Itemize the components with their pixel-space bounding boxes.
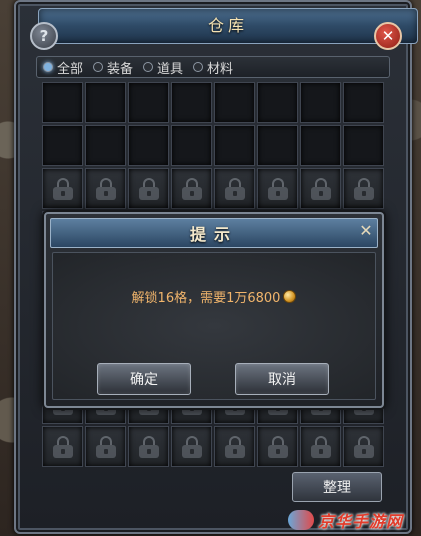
locked-storage-slot[interactable]: [171, 426, 212, 467]
locked-storage-slot[interactable]: [257, 168, 298, 209]
storage-slot[interactable]: [85, 125, 126, 166]
close-icon: ✕: [381, 27, 395, 45]
storage-slot[interactable]: [42, 82, 83, 123]
lock-icon: [138, 435, 159, 458]
locked-storage-slot[interactable]: [128, 426, 169, 467]
lock-icon: [52, 435, 73, 458]
locked-storage-slot[interactable]: [42, 168, 83, 209]
tab-materials[interactable]: 材料: [193, 58, 233, 77]
radio-icon: [93, 62, 104, 72]
radio-icon: [193, 62, 204, 72]
locked-storage-slot[interactable]: [300, 168, 341, 209]
storage-slot[interactable]: [257, 82, 298, 123]
lock-icon: [353, 435, 374, 458]
locked-storage-slot[interactable]: [300, 426, 341, 467]
tab-label: 全部: [57, 61, 84, 77]
tab-equipment[interactable]: 装备: [93, 58, 133, 77]
locked-storage-slot[interactable]: [85, 426, 126, 467]
lock-icon: [224, 177, 245, 200]
watermark-text: 京华手游网: [318, 512, 404, 531]
lock-icon: [224, 435, 245, 458]
lock-icon: [52, 177, 73, 200]
radio-icon: [143, 62, 154, 72]
locked-storage-slot[interactable]: [42, 426, 83, 467]
sort-button[interactable]: 整理: [292, 472, 382, 502]
confirm-button[interactable]: 确定: [97, 363, 191, 395]
category-tabs: 全部 装备 道具 材料: [36, 56, 390, 78]
question-icon: ?: [39, 27, 49, 45]
radio-icon: [43, 62, 53, 72]
lock-icon: [181, 435, 202, 458]
dialog-message: 解锁16格，需要1万6800: [131, 291, 281, 306]
gold-coin-icon: [283, 290, 297, 303]
storage-slot[interactable]: [257, 125, 298, 166]
storage-slot[interactable]: [85, 82, 126, 123]
dialog-body: 解锁16格，需要1万6800 确定 取消: [52, 252, 376, 400]
cancel-button[interactable]: 取消: [235, 363, 329, 395]
storage-slot[interactable]: [171, 125, 212, 166]
storage-slot[interactable]: [300, 82, 341, 123]
dialog-title-bar: 提示: [50, 218, 378, 248]
storage-slot[interactable]: [171, 82, 212, 123]
storage-slot[interactable]: [128, 82, 169, 123]
watermark: 京华手游网: [288, 508, 418, 532]
unlock-dialog: 提示 ✕ 解锁16格，需要1万6800 确定 取消: [44, 212, 384, 408]
locked-storage-slot[interactable]: [214, 426, 255, 467]
lock-icon: [181, 177, 202, 200]
lock-icon: [310, 435, 331, 458]
help-button[interactable]: ?: [30, 22, 58, 50]
storage-slot[interactable]: [214, 125, 255, 166]
locked-storage-slot[interactable]: [214, 168, 255, 209]
lock-icon: [95, 177, 116, 200]
locked-storage-slot[interactable]: [128, 168, 169, 209]
storage-slot[interactable]: [300, 125, 341, 166]
tab-all[interactable]: 全部: [43, 58, 83, 77]
locked-storage-slot[interactable]: [257, 426, 298, 467]
lock-icon: [95, 435, 116, 458]
locked-storage-slot[interactable]: [343, 426, 384, 467]
lock-icon: [310, 177, 331, 200]
lock-icon: [138, 177, 159, 200]
storage-slot[interactable]: [214, 82, 255, 123]
tab-label: 装备: [107, 61, 134, 77]
watermark-logo-icon: [288, 510, 314, 530]
dialog-message-row: 解锁16格，需要1万6800: [53, 287, 375, 306]
storage-slot[interactable]: [343, 82, 384, 123]
tab-items[interactable]: 道具: [143, 58, 183, 77]
window-title-bar: 仓库: [38, 8, 418, 44]
tab-label: 材料: [207, 61, 234, 77]
tab-label: 道具: [157, 61, 184, 77]
locked-storage-slot[interactable]: [85, 168, 126, 209]
storage-slot[interactable]: [128, 125, 169, 166]
dialog-close-icon[interactable]: ✕: [356, 220, 376, 240]
lock-icon: [353, 177, 374, 200]
lock-icon: [267, 435, 288, 458]
locked-storage-slot[interactable]: [343, 168, 384, 209]
close-button[interactable]: ✕: [374, 22, 402, 50]
dialog-title: 提示: [189, 225, 238, 244]
window-title: 仓库: [207, 16, 248, 35]
locked-storage-slot[interactable]: [171, 168, 212, 209]
storage-slot[interactable]: [343, 125, 384, 166]
storage-slot[interactable]: [42, 125, 83, 166]
lock-icon: [267, 177, 288, 200]
